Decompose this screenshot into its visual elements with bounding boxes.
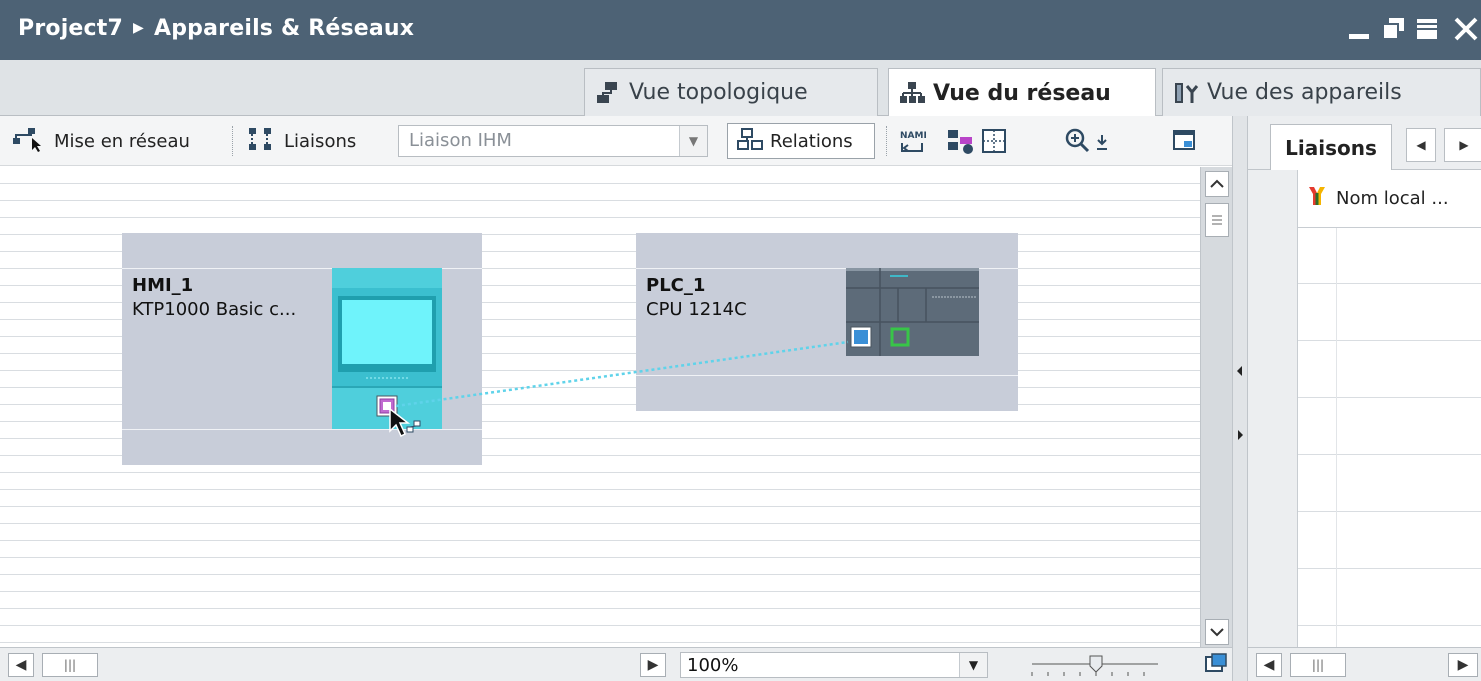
network-view-icon xyxy=(948,130,973,154)
breadcrumb-arrow-icon: ▶ xyxy=(133,20,144,36)
tab-scroll-left-icon[interactable]: ◀ xyxy=(1406,128,1436,162)
tab-label: Vue du réseau xyxy=(933,80,1111,106)
scroll-right-icon[interactable]: ▶ xyxy=(640,653,666,677)
network-canvas[interactable]: HMI_1 KTP1000 Basic c... PLC_1 CPU 1214C xyxy=(0,167,1200,647)
connections-icon xyxy=(246,126,276,157)
tab-connections[interactable]: Liaisons xyxy=(1270,124,1392,170)
minimize-icon[interactable] xyxy=(1346,14,1372,51)
breadcrumb-section[interactable]: Appareils & Réseaux xyxy=(154,16,414,41)
pane-splitter[interactable] xyxy=(1232,116,1248,681)
overview-icon xyxy=(1173,130,1195,150)
connections-pane-scrollbar: ◀ ||| ▶ xyxy=(1248,647,1481,681)
connection-type-value: Liaison IHM xyxy=(409,130,512,151)
column-divider xyxy=(1336,228,1337,647)
connections-table[interactable]: Nom local ... xyxy=(1248,170,1481,647)
connection-line[interactable] xyxy=(0,167,1200,647)
vertical-scrollbar[interactable] xyxy=(1200,167,1232,647)
networking-icon xyxy=(12,126,46,157)
device-view-icon xyxy=(1173,80,1199,106)
zoom-value: 100% xyxy=(687,655,739,676)
toolbar-divider xyxy=(886,126,887,156)
connections-button[interactable]: Liaisons xyxy=(246,125,356,157)
horizontal-scroll-thumb[interactable]: ||| xyxy=(1290,653,1346,677)
chevron-down-icon[interactable]: ▼ xyxy=(959,653,987,677)
tab-scroll-right-icon[interactable]: ▶ xyxy=(1444,128,1481,162)
connections-tab-bar: Liaisons ◀ ▶ xyxy=(1248,116,1481,170)
scroll-left-icon[interactable]: ◀ xyxy=(1256,653,1282,677)
close-icon[interactable] xyxy=(1452,14,1481,51)
relations-button[interactable]: Relations xyxy=(727,123,875,159)
show-address-button[interactable] xyxy=(946,125,976,157)
zoom-button[interactable] xyxy=(1064,125,1116,157)
network-icon xyxy=(899,80,925,106)
chevron-down-icon[interactable]: ▼ xyxy=(679,126,707,156)
relations-icon xyxy=(736,127,764,156)
connections-pane: Liaisons ◀ ▶ Nom local ... ◀ ||| ▶ xyxy=(1248,116,1481,681)
connection-type-select[interactable]: Liaison IHM ▼ xyxy=(398,125,708,157)
tab-topology-view[interactable]: Vue topologique xyxy=(584,68,878,116)
tab-device-view[interactable]: Vue des appareils xyxy=(1162,68,1481,116)
networking-label: Mise en réseau xyxy=(54,130,190,152)
tab-label: Liaisons xyxy=(1285,135,1377,160)
collapse-left-icon[interactable] xyxy=(1235,364,1245,378)
fit-to-view-icon[interactable] xyxy=(1204,652,1228,676)
tools-icon xyxy=(1304,183,1330,214)
show-names-button[interactable]: NAME xyxy=(898,125,926,157)
maximize-icon[interactable] xyxy=(1414,14,1440,51)
relations-label: Relations xyxy=(770,130,853,152)
row-header-column xyxy=(1248,170,1298,647)
scroll-up-icon[interactable] xyxy=(1205,171,1229,197)
table-icon xyxy=(982,129,1006,153)
topology-icon xyxy=(595,80,621,106)
horizontal-scroll-thumb[interactable]: ||| xyxy=(42,653,98,677)
tab-label: Vue des appareils xyxy=(1207,80,1402,105)
toolbar-divider xyxy=(232,126,233,156)
canvas-bottom-bar: ◀ ||| ▶ 100% ▼ xyxy=(0,647,1232,681)
networking-button[interactable]: Mise en réseau xyxy=(12,125,190,157)
column-header-local-name[interactable]: Nom local ... xyxy=(1298,170,1481,228)
name-icon: NAME xyxy=(900,131,926,152)
scroll-down-icon[interactable] xyxy=(1205,619,1229,645)
network-toolbar: Mise en réseau Liaisons Liaison IHM ▼ Re… xyxy=(0,116,1232,166)
zoom-in-icon xyxy=(1065,128,1107,153)
svg-text:NAME: NAME xyxy=(900,131,926,141)
column-header-label: Nom local ... xyxy=(1336,188,1449,209)
table-view-button[interactable] xyxy=(980,125,1008,157)
connections-label: Liaisons xyxy=(284,130,357,152)
view-tab-bar: Vue topologique Vue du réseau Vue des ap… xyxy=(0,60,1481,117)
overview-button[interactable] xyxy=(1172,125,1198,157)
title-bar: Project7 ▶ Appareils & Réseaux xyxy=(0,0,1481,60)
scroll-left-icon[interactable]: ◀ xyxy=(8,653,34,677)
scroll-thumb[interactable] xyxy=(1205,203,1229,237)
expand-right-icon[interactable] xyxy=(1235,428,1245,442)
tab-network-view[interactable]: Vue du réseau xyxy=(888,68,1156,117)
breadcrumb: Project7 ▶ Appareils & Réseaux xyxy=(18,16,414,41)
breadcrumb-project[interactable]: Project7 xyxy=(18,16,123,41)
zoom-slider[interactable] xyxy=(1028,650,1162,680)
zoom-select[interactable]: 100% ▼ xyxy=(680,652,988,678)
scroll-right-icon[interactable]: ▶ xyxy=(1448,653,1478,677)
tab-label: Vue topologique xyxy=(629,80,808,105)
restore-icon[interactable] xyxy=(1380,14,1406,51)
